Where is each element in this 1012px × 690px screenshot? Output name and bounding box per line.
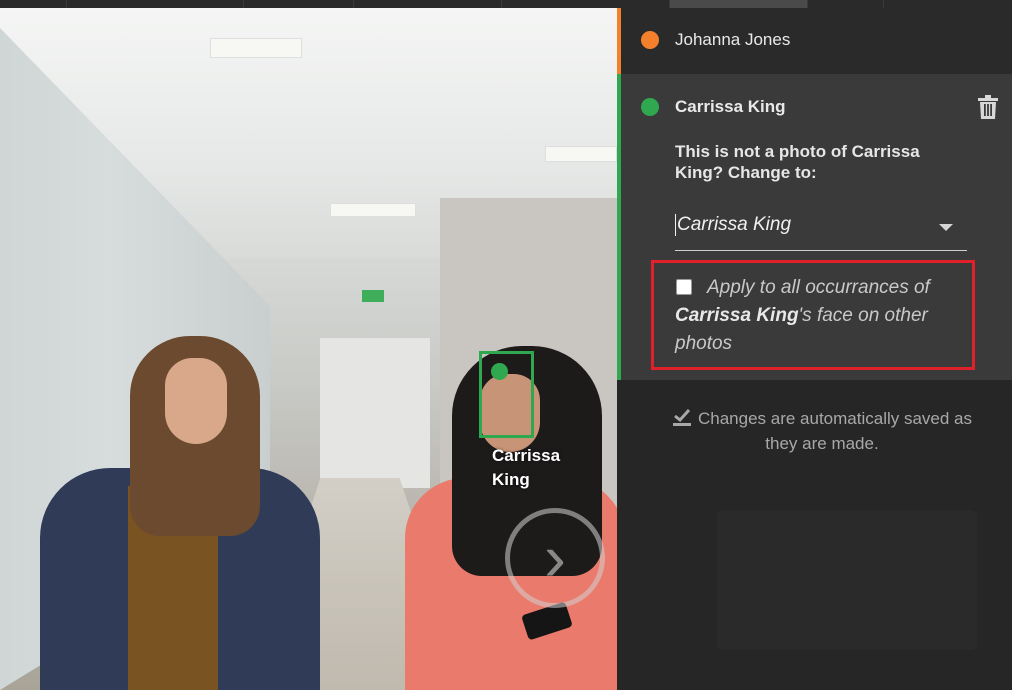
reassign-question: This is not a photo of Carrissa King? Ch… [675,141,965,183]
face-tag-label: Carrissa King [492,446,561,489]
top-tab[interactable] [501,0,670,8]
person-name: Johanna Jones [675,30,791,49]
top-tab[interactable] [243,0,354,8]
top-tab[interactable] [353,0,502,8]
chevron-right-icon: › [544,520,566,594]
apply-all-label[interactable]: Apply to all occurrances of Carrissa Kin… [675,274,965,358]
exit-sign [362,290,384,302]
apply-all-checkbox[interactable] [676,279,692,295]
next-photo-button[interactable]: › [505,508,605,608]
people-panel: Johanna Jones Carrissa King This is not … [617,8,1012,690]
top-tab-strip [0,0,1012,8]
person-left-face [165,358,227,444]
top-tab-active[interactable] [669,0,808,8]
question-suffix: ? Change to: [712,163,817,182]
top-tab[interactable] [807,0,884,8]
person-color-dot [641,98,659,116]
person-select-dropdown[interactable]: Carrissa King [675,206,967,251]
photo-hallway-end [320,338,430,488]
selected-person: Carrissa King [675,214,792,236]
face-detection-box[interactable] [479,351,534,438]
background-ghost [717,510,977,650]
photo-viewer: Carrissa King › [0,8,617,690]
delete-tag-button[interactable] [977,94,999,120]
face-tag-dot [491,363,508,380]
ceiling-light [545,146,617,162]
autosave-note: Changes are automatically saved as they … [657,406,987,456]
top-tab[interactable] [883,0,1012,8]
check-save-icon [672,408,691,426]
person-row-johanna[interactable]: Johanna Jones [617,8,1012,74]
trash-icon [978,95,998,119]
person-row-carrissa-expanded[interactable]: Carrissa King This is not a photo of Car… [617,74,1012,380]
question-prefix: This is not a photo of [675,142,852,161]
top-tab[interactable] [66,0,244,8]
person-name: Carrissa King [675,97,786,116]
person-color-dot [641,31,659,49]
apply-name: Carrissa King [675,305,799,326]
autosave-text: Changes are automatically saved as they … [697,409,973,453]
apply-prefix: Apply to all occurrances of [707,277,930,298]
panel-footer: Changes are automatically saved as they … [617,380,1012,690]
chevron-down-icon [939,224,953,231]
ceiling-light [330,203,416,217]
ceiling-light [210,38,302,58]
